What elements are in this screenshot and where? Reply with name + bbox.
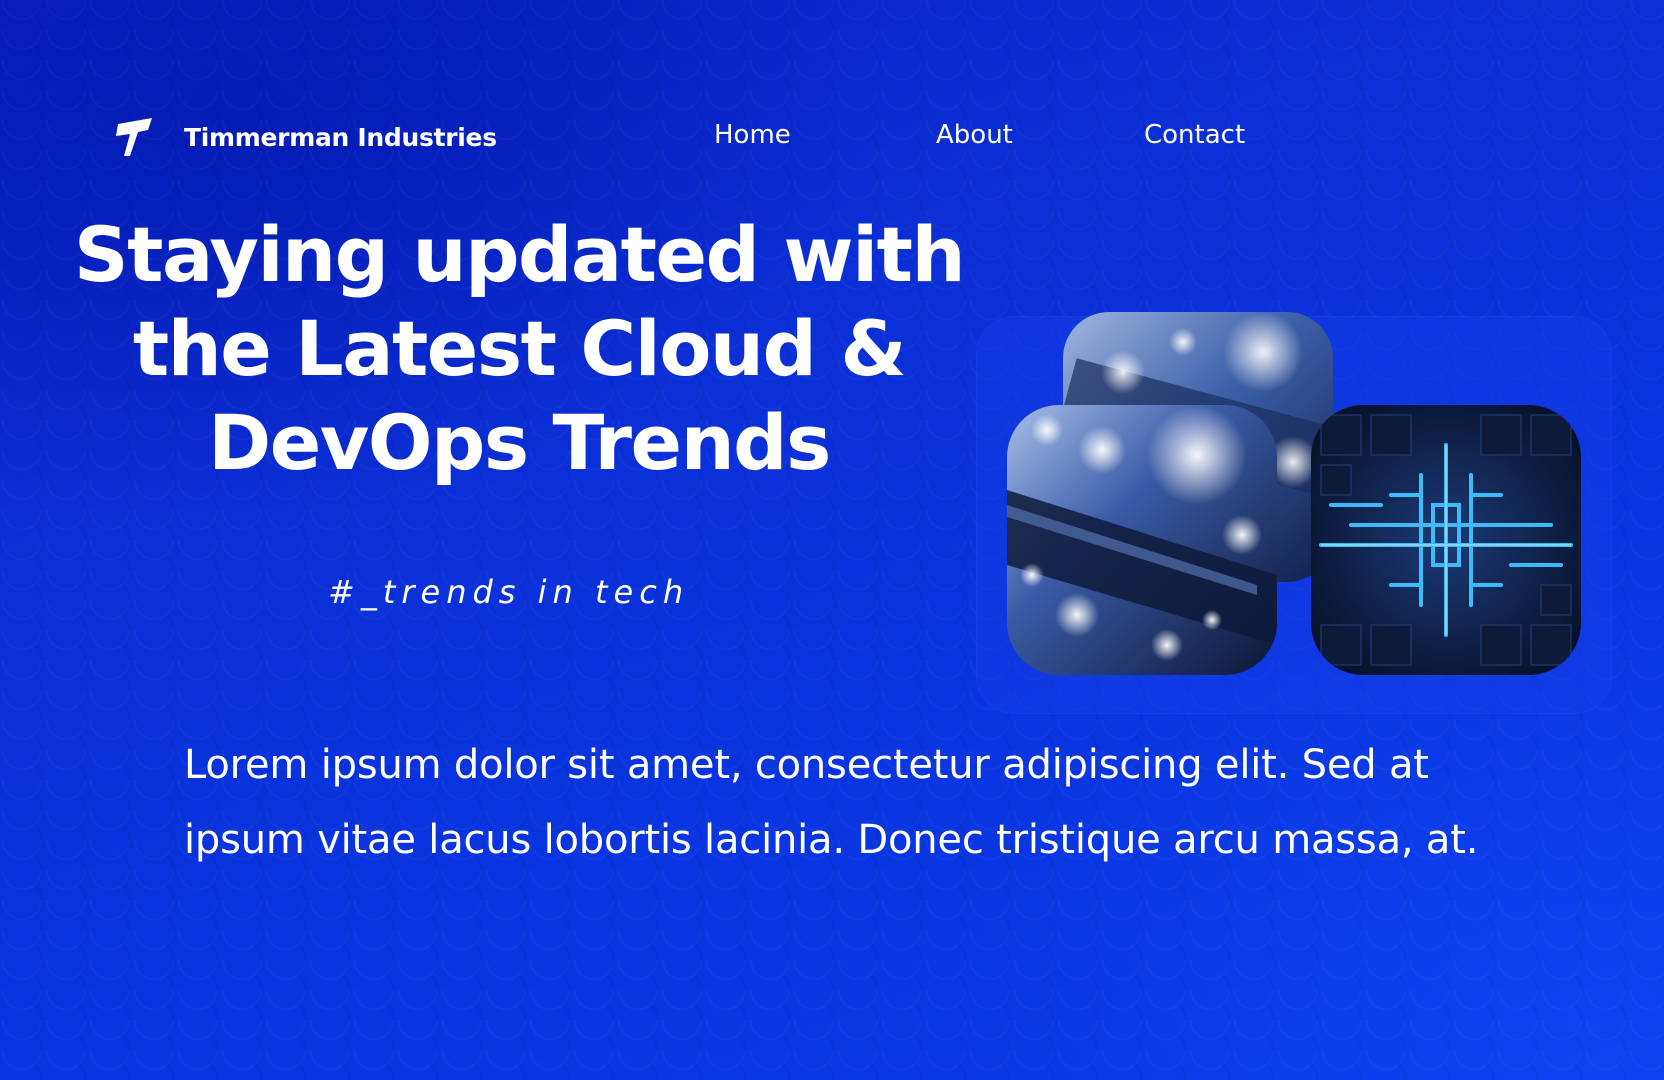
nav-link-contact[interactable]: Contact (1144, 120, 1245, 150)
hero-body-text: Lorem ipsum dolor sit amet, consectetur … (184, 742, 1479, 863)
hero-tagline: #_trends in tech (328, 573, 690, 611)
brand-name: Timmerman Industries (184, 122, 497, 152)
nav-links: Home About Contact (714, 120, 1245, 150)
nav-link-home[interactable]: Home (714, 120, 936, 150)
circuit-board-image (1007, 405, 1277, 675)
hero-title: Staying updated with the Latest Cloud & … (73, 210, 966, 487)
nav-link-about[interactable]: About (936, 120, 1144, 150)
t-logo-icon (112, 116, 154, 158)
top-navigation: Timmerman Industries Home About Contact (112, 110, 1484, 160)
glowing-circuit-maze-image (1311, 405, 1581, 675)
brand[interactable]: Timmerman Industries (112, 116, 497, 158)
